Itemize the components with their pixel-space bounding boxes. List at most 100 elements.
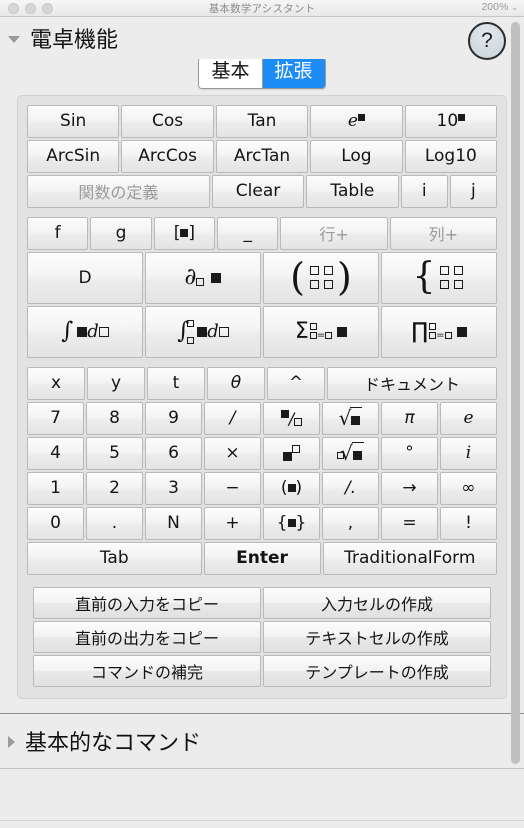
button-g[interactable]: g	[90, 216, 152, 250]
button-command-completion[interactable]: コマンドの補完	[33, 654, 261, 687]
button-tab[interactable]: Tab	[27, 541, 202, 575]
button-digit-9[interactable]: 9	[145, 401, 202, 435]
button-decimal-point[interactable]: .	[86, 506, 143, 540]
button-exp[interactable]: e	[310, 104, 403, 138]
page-title: 電卓機能	[30, 28, 119, 53]
button-digit-0[interactable]: 0	[27, 506, 84, 540]
button-digit-4[interactable]: 4	[27, 436, 84, 470]
button-var-theta[interactable]: θ	[207, 366, 265, 400]
button-cos[interactable]: Cos	[121, 104, 214, 138]
button-document[interactable]: ドキュメント	[327, 366, 497, 400]
button-euler-e[interactable]: e	[440, 401, 497, 435]
button-superscript[interactable]	[263, 436, 320, 470]
button-sin[interactable]: Sin	[27, 104, 120, 138]
keypad-group-functions: Sin Cos Tan e 10 ArcSin ArcCos ArcTan Lo…	[26, 104, 498, 209]
button-traditional-form[interactable]: TraditionalForm	[322, 541, 497, 575]
disclosure-triangle-down-icon[interactable]	[8, 35, 20, 43]
button-multiply[interactable]: ×	[204, 436, 261, 470]
disclosure-triangle-right-icon[interactable]	[8, 735, 15, 748]
button-tan[interactable]: Tan	[215, 104, 309, 138]
section-header-basic-commands[interactable]: 基本的なコマンド	[0, 713, 524, 768]
button-matrix-brace[interactable]: {	[381, 251, 497, 304]
button-digit-5[interactable]: 5	[86, 436, 143, 470]
button-arccos[interactable]: ArcCos	[121, 139, 214, 173]
button-summation[interactable]: Σ =	[263, 305, 379, 358]
button-copy-previous-input[interactable]: 直前の入力をコピー	[33, 586, 261, 619]
button-create-template[interactable]: テンプレートの作成	[263, 654, 491, 687]
button-imaginary-j[interactable]: j	[449, 174, 498, 208]
button-matrix-parenthesis[interactable]: ( )	[263, 251, 379, 304]
button-parentheses[interactable]: ()	[263, 471, 320, 505]
button-enter[interactable]: Enter	[203, 541, 321, 575]
button-pi[interactable]: π	[381, 401, 438, 435]
button-create-input-cell[interactable]: 入力セルの作成	[263, 586, 491, 619]
window-title-bar: 基本数学アシスタント 200% ⌄	[0, 0, 524, 17]
button-imaginary-unit[interactable]: i	[440, 436, 497, 470]
button-derivative-d[interactable]: D	[27, 251, 143, 304]
bottom-strip	[0, 820, 524, 828]
button-replace-all[interactable]: /.	[322, 471, 379, 505]
command-row: 直前の入力をコピー 入力セルの作成	[32, 586, 492, 620]
keypad-row: 4 5 6 × √ ° i	[26, 436, 498, 471]
button-clear[interactable]: Clear	[211, 174, 305, 208]
button-subscript[interactable]: _	[217, 216, 279, 250]
zoom-control[interactable]: 200% ⌄	[481, 1, 518, 13]
button-var-y[interactable]: y	[87, 366, 145, 400]
button-nth-root[interactable]: √	[322, 436, 379, 470]
keypad-row: D ∂ ( ) {	[26, 251, 498, 305]
button-digit-7[interactable]: 7	[27, 401, 84, 435]
button-digit-3[interactable]: 3	[145, 471, 202, 505]
keypad-row: 0 . N + {} , = !	[26, 506, 498, 541]
button-var-t[interactable]: t	[147, 366, 205, 400]
button-digit-6[interactable]: 6	[145, 436, 202, 470]
button-arctan[interactable]: ArcTan	[215, 139, 309, 173]
tab-basic[interactable]: 基本	[199, 58, 262, 88]
button-partial-derivative[interactable]: ∂	[145, 251, 261, 304]
button-power-ten[interactable]: 10	[404, 104, 498, 138]
button-comma[interactable]: ,	[322, 506, 379, 540]
group-separator	[26, 359, 498, 366]
button-rule-arrow[interactable]: →	[381, 471, 438, 505]
button-product[interactable]: ∏ =	[381, 305, 497, 358]
section-header-calculator[interactable]: 電卓機能 ?	[0, 17, 524, 60]
button-equals[interactable]: =	[381, 506, 438, 540]
chevron-down-icon: ⌄	[511, 2, 518, 12]
button-braces[interactable]: {}	[263, 506, 320, 540]
button-digit-8[interactable]: 8	[86, 401, 143, 435]
zoom-level-label: 200%	[481, 1, 509, 13]
button-infinity[interactable]: ∞	[440, 471, 497, 505]
button-minus[interactable]: −	[204, 471, 261, 505]
button-square-root[interactable]: √	[322, 401, 379, 435]
keypad-group-numeric: x y t θ ^ ドキュメント 7 8 9 / / √ π e 4 5 6 ×…	[26, 366, 498, 576]
button-integral-definite[interactable]: ∫ d	[145, 305, 261, 358]
button-numeric-n[interactable]: N	[145, 506, 202, 540]
button-plus[interactable]: +	[204, 506, 261, 540]
button-integral-indefinite[interactable]: ∫ d	[27, 305, 143, 358]
help-button[interactable]: ?	[468, 22, 506, 60]
keypad-row: 1 2 3 − () /. → ∞	[26, 471, 498, 506]
button-digit-1[interactable]: 1	[27, 471, 84, 505]
button-degree[interactable]: °	[381, 436, 438, 470]
button-table[interactable]: Table	[306, 174, 399, 208]
button-create-text-cell[interactable]: テキストセルの作成	[263, 620, 491, 653]
keypad-row: 関数の定義 Clear Table i j	[26, 174, 498, 209]
button-log[interactable]: Log	[310, 139, 403, 173]
button-copy-previous-output[interactable]: 直前の出力をコピー	[33, 620, 261, 653]
button-log10[interactable]: Log10	[404, 139, 498, 173]
tab-extended[interactable]: 拡張	[261, 58, 325, 88]
button-bracket-placeholder[interactable]: []	[153, 216, 216, 250]
button-f[interactable]: f	[27, 216, 89, 250]
button-add-row: 行+	[280, 216, 388, 250]
button-add-column: 列+	[389, 216, 497, 250]
vertical-scrollbar-thumb[interactable]	[511, 22, 520, 764]
button-var-x[interactable]: x	[27, 366, 85, 400]
button-arcsin[interactable]: ArcSin	[27, 139, 120, 173]
button-factorial[interactable]: !	[440, 506, 497, 540]
button-fraction[interactable]: /	[263, 401, 320, 435]
keypad-row: 7 8 9 / / √ π e	[26, 401, 498, 436]
button-imaginary-i[interactable]: i	[400, 174, 448, 208]
button-divide[interactable]: /	[204, 401, 261, 435]
keypad-row: ArcSin ArcCos ArcTan Log Log10	[26, 139, 498, 174]
button-digit-2[interactable]: 2	[86, 471, 143, 505]
button-caret[interactable]: ^	[267, 366, 325, 400]
